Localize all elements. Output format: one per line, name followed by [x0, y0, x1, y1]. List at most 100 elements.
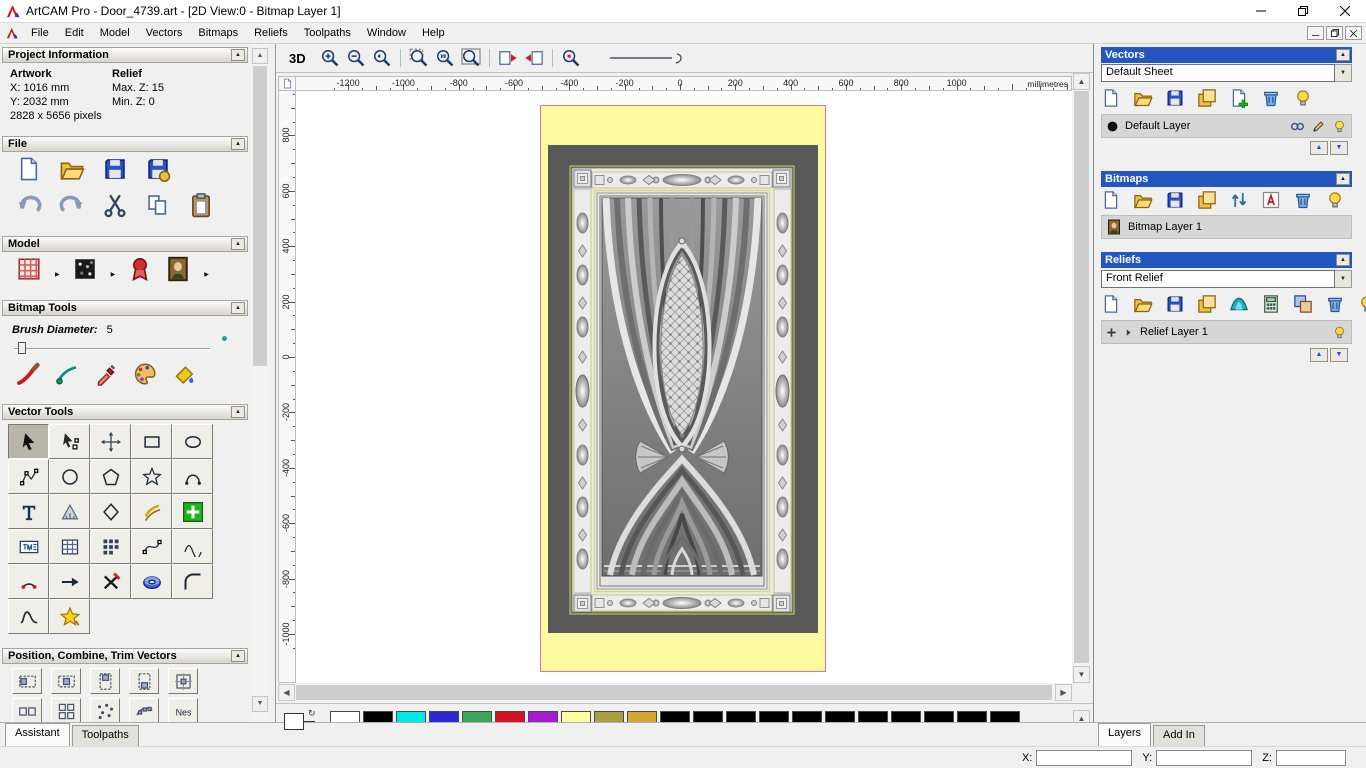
- create-text-button[interactable]: [8, 494, 49, 529]
- delete-layer-icon[interactable]: [1261, 88, 1281, 108]
- move-layer-up-button[interactable]: ▲: [1310, 141, 1328, 155]
- save-file-icon[interactable]: [1165, 190, 1185, 210]
- align-top-button[interactable]: [90, 668, 120, 694]
- layer-colour-icon[interactable]: [1106, 120, 1119, 133]
- spin-3d-button[interactable]: [131, 564, 172, 599]
- scroll-up-icon[interactable]: ▲: [252, 48, 268, 64]
- sheets-icon[interactable]: [1197, 190, 1217, 210]
- scroll-up-icon[interactable]: ▲: [1073, 73, 1090, 90]
- relief-3d-icon[interactable]: [1229, 294, 1249, 314]
- create-ellipse-button[interactable]: [172, 424, 213, 459]
- block-copy-button[interactable]: [90, 529, 131, 564]
- merge-layer-icon[interactable]: [1290, 119, 1305, 134]
- collapse-icon[interactable]: ▲: [231, 238, 245, 250]
- brush-diameter-slider[interactable]: [14, 348, 210, 350]
- primary-colour-swatch[interactable]: [284, 713, 304, 730]
- scroll-down-icon[interactable]: ▼: [1073, 666, 1090, 683]
- collapse-icon[interactable]: ▲: [231, 650, 245, 662]
- restore-button[interactable]: [1282, 0, 1324, 22]
- adjust-colour-icon[interactable]: [1261, 190, 1281, 210]
- tab-layers[interactable]: Layers: [1098, 723, 1152, 746]
- align-bottom-button[interactable]: [129, 668, 159, 694]
- collapse-icon[interactable]: ▲: [231, 406, 245, 418]
- minimize-button[interactable]: [1240, 0, 1282, 22]
- zoom-fit-icon[interactable]: [461, 48, 481, 68]
- draw-vector-icon[interactable]: [55, 362, 79, 386]
- vector-doctor-button[interactable]: [49, 599, 90, 634]
- create-polygon-button[interactable]: [90, 459, 131, 494]
- toggle-visibility-icon[interactable]: [1325, 190, 1345, 210]
- create-rectangle-button[interactable]: [131, 424, 172, 459]
- block-2-button[interactable]: [51, 698, 81, 722]
- layer-visible-icon[interactable]: [1332, 119, 1347, 134]
- expand-caret-icon[interactable]: [1123, 327, 1134, 338]
- horizontal-scroll-thumb[interactable]: [296, 685, 1052, 700]
- open-file-icon[interactable]: [1133, 294, 1153, 314]
- align-left-button[interactable]: [12, 668, 42, 694]
- swap-layer-icon[interactable]: [1229, 190, 1249, 210]
- fit-curve-button[interactable]: [131, 529, 172, 564]
- tab-add-in[interactable]: Add In: [1153, 725, 1205, 746]
- open-file-icon[interactable]: [1133, 190, 1153, 210]
- close-button[interactable]: [1324, 0, 1366, 22]
- x-coordinate-field[interactable]: [1036, 749, 1133, 766]
- sheets-icon[interactable]: [1197, 88, 1217, 108]
- canvas-vertical-scrollbar[interactable]: ▲ ▼: [1073, 73, 1090, 683]
- edit-layer-icon[interactable]: [1311, 119, 1326, 134]
- snap-right-icon[interactable]: [524, 48, 544, 68]
- collapse-icon[interactable]: ▲: [1336, 254, 1350, 266]
- menu-model[interactable]: Model: [92, 24, 138, 42]
- sheets-icon[interactable]: [1197, 294, 1217, 314]
- flyout-caret-icon[interactable]: ▶: [55, 271, 60, 278]
- menu-vectors[interactable]: Vectors: [138, 24, 191, 42]
- open-model-icon[interactable]: [59, 156, 85, 182]
- move-layer-down-button[interactable]: ▼: [1330, 141, 1348, 155]
- menu-window[interactable]: Window: [359, 24, 414, 42]
- scroll-right-icon[interactable]: ▶: [1055, 684, 1072, 701]
- collapse-icon[interactable]: ▲: [231, 302, 245, 314]
- create-arc-button[interactable]: [172, 459, 213, 494]
- assistant-scrollbar-thumb[interactable]: [253, 66, 267, 366]
- move-layer-up-button[interactable]: ▲: [1310, 348, 1328, 362]
- view-3d-button[interactable]: 3D: [284, 49, 311, 68]
- mdi-minimize-button[interactable]: [1307, 26, 1324, 40]
- flood-fill-icon[interactable]: [172, 362, 196, 386]
- save-model-icon[interactable]: [102, 156, 128, 182]
- swap-colours-icon[interactable]: ↻: [308, 708, 316, 719]
- scatter-button[interactable]: [90, 698, 120, 722]
- save-copy-icon[interactable]: [145, 156, 171, 182]
- create-polyline-button[interactable]: [8, 459, 49, 494]
- snap-left-icon[interactable]: [498, 48, 518, 68]
- text-in-box-button[interactable]: [8, 529, 49, 564]
- join-close-button[interactable]: [8, 564, 49, 599]
- scroll-down-icon[interactable]: ▼: [252, 696, 268, 712]
- transform-vectors-button[interactable]: [90, 424, 131, 459]
- cut-icon[interactable]: [102, 192, 128, 218]
- zoom-out-icon[interactable]: [346, 48, 366, 68]
- section-profile-button[interactable]: [8, 599, 49, 634]
- vector-layer-row[interactable]: Default Layer: [1101, 114, 1352, 138]
- measure-button[interactable]: [49, 494, 90, 529]
- centre-in-page-button[interactable]: [168, 668, 198, 694]
- paint-brush-icon[interactable]: [16, 362, 40, 386]
- vertical-scroll-thumb[interactable]: [1074, 91, 1089, 663]
- trim-vectors-button[interactable]: [90, 564, 131, 599]
- door-relief-artwork[interactable]: [540, 105, 826, 672]
- new-page-icon[interactable]: [1101, 88, 1121, 108]
- adjust-model-icon[interactable]: [16, 256, 42, 282]
- combine-icon[interactable]: [1293, 294, 1313, 314]
- chevron-down-icon[interactable]: ▼: [1335, 64, 1352, 82]
- flyout-caret-icon[interactable]: ▶: [111, 271, 116, 278]
- block-1-button[interactable]: [12, 698, 42, 722]
- calculate-icon[interactable]: [1261, 294, 1281, 314]
- new-model-icon[interactable]: [16, 156, 42, 182]
- mdi-restore-button[interactable]: [1326, 26, 1343, 40]
- delete-layer-icon[interactable]: [1325, 294, 1345, 314]
- drawing-canvas[interactable]: [296, 91, 1072, 683]
- join-move-button[interactable]: [49, 564, 90, 599]
- ruler-origin-button[interactable]: [278, 76, 296, 91]
- create-diamond-button[interactable]: [90, 494, 131, 529]
- canvas-horizontal-scrollbar[interactable]: ◀ ▶: [278, 684, 1072, 702]
- save-file-icon[interactable]: [1165, 88, 1185, 108]
- zoom-in-icon[interactable]: [320, 48, 340, 68]
